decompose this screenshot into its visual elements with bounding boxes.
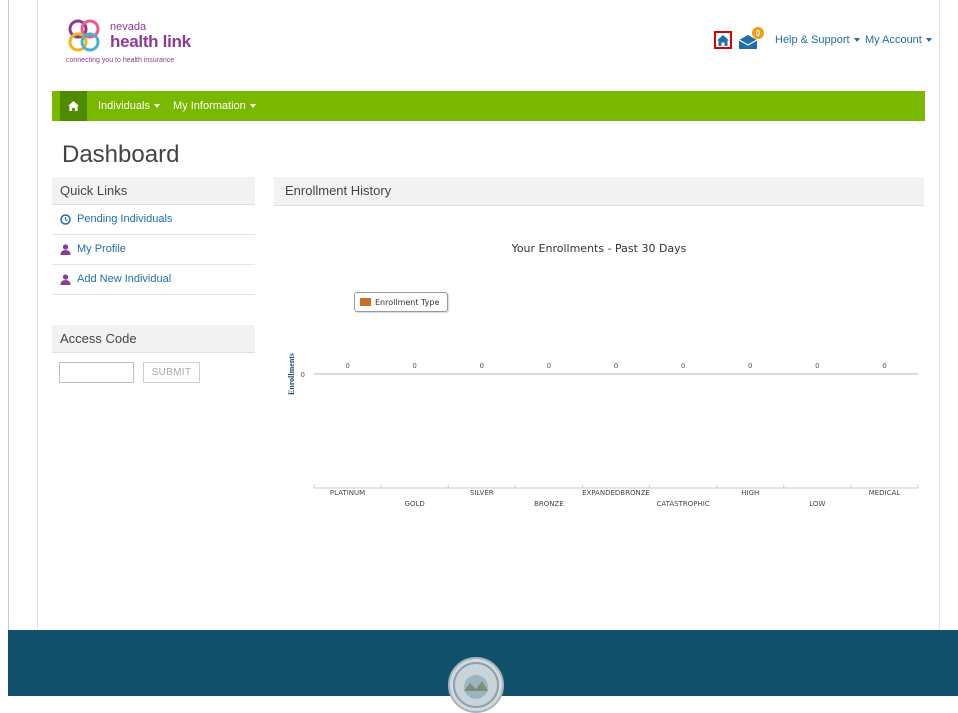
- x-tick-label: SILVER: [470, 489, 494, 497]
- x-tick-label: LOW: [809, 500, 825, 508]
- logo-text-main: health link: [110, 32, 191, 51]
- help-support-menu[interactable]: Help & Support: [775, 34, 860, 46]
- data-label: 0: [681, 362, 685, 370]
- help-support-label: Help & Support: [775, 34, 850, 46]
- x-tick-label: EXPANDEDBRONZE: [582, 489, 650, 497]
- seal-emblem: [453, 662, 499, 708]
- y-axis-title: Enrollments: [287, 353, 296, 395]
- logo-knot-icon: [68, 19, 100, 52]
- quick-link-label: My Profile: [77, 243, 126, 255]
- home-button[interactable]: [714, 31, 732, 49]
- user-icon: [60, 274, 71, 285]
- x-tick-label: BRONZE: [534, 500, 564, 508]
- chevron-down-icon: [249, 104, 256, 109]
- x-tick-label: HIGH: [741, 489, 759, 497]
- y-tick-label: 0: [301, 371, 305, 379]
- quick-link-add-new-individual[interactable]: Add New Individual: [52, 265, 255, 295]
- home-icon: [68, 101, 79, 111]
- quick-link-label: Pending Individuals: [77, 213, 173, 225]
- data-label: 0: [480, 362, 484, 370]
- user-icon: [60, 244, 71, 255]
- quick-link-pending-individuals[interactable]: Pending Individuals: [52, 205, 255, 235]
- data-label: 0: [748, 362, 752, 370]
- data-label: 0: [815, 362, 819, 370]
- legend-label: Enrollment Type: [375, 298, 440, 307]
- x-tick-label: MEDICAL: [869, 489, 901, 497]
- access-code-heading: Access Code: [52, 325, 255, 353]
- x-tick-label: CATASTROPHIC: [657, 500, 710, 508]
- nav-individuals-menu[interactable]: Individuals: [98, 100, 160, 112]
- quick-link-label: Add New Individual: [77, 273, 172, 285]
- nav-home-button[interactable]: [60, 91, 87, 121]
- home-icon: [717, 34, 729, 46]
- nevada-health-link-logo[interactable]: nevada health link connecting you to hea…: [66, 18, 206, 68]
- my-account-label: My Account: [865, 34, 922, 46]
- my-account-menu[interactable]: My Account: [865, 34, 932, 46]
- quick-link-my-profile[interactable]: My Profile: [52, 235, 255, 265]
- chevron-down-icon: [925, 38, 932, 43]
- legend-swatch: [360, 298, 371, 306]
- clock-icon: [60, 214, 71, 225]
- access-code-input[interactable]: [59, 362, 134, 383]
- enrollment-bar-chart: Enrollments 0 0 PLATINUM 0 GOLD 0 SILVER 0 BRONZE…: [287, 353, 919, 508]
- chart-legend[interactable]: Enrollment Type: [354, 292, 448, 312]
- messages-count-badge: 0: [752, 27, 764, 39]
- nevada-state-seal: [448, 657, 504, 713]
- nav-individuals-label: Individuals: [98, 100, 150, 112]
- data-label: 0: [345, 362, 349, 370]
- data-label: 0: [882, 362, 886, 370]
- x-tick-label: PLATINUM: [330, 489, 365, 497]
- access-code-submit-button[interactable]: SUBMIT: [143, 362, 200, 383]
- x-tick-label: GOLD: [405, 500, 425, 508]
- chart-title: Your Enrollments - Past 30 Days: [511, 242, 687, 255]
- data-label: 0: [614, 362, 618, 370]
- chevron-down-icon: [853, 38, 860, 43]
- nav-my-information-menu[interactable]: My Information: [173, 100, 256, 112]
- nav-my-information-label: My Information: [173, 100, 246, 112]
- logo-tagline: connecting you to health insurance: [66, 57, 175, 64]
- data-label: 0: [412, 362, 416, 370]
- page-title: Dashboard: [62, 141, 180, 168]
- chevron-down-icon: [153, 104, 160, 109]
- main-nav-bar: Individuals My Information: [52, 91, 925, 121]
- messages-button[interactable]: 0: [738, 27, 766, 51]
- enrollment-history-heading: Enrollment History: [274, 177, 924, 206]
- data-label: 0: [547, 362, 551, 370]
- quick-links-heading: Quick Links: [52, 177, 255, 205]
